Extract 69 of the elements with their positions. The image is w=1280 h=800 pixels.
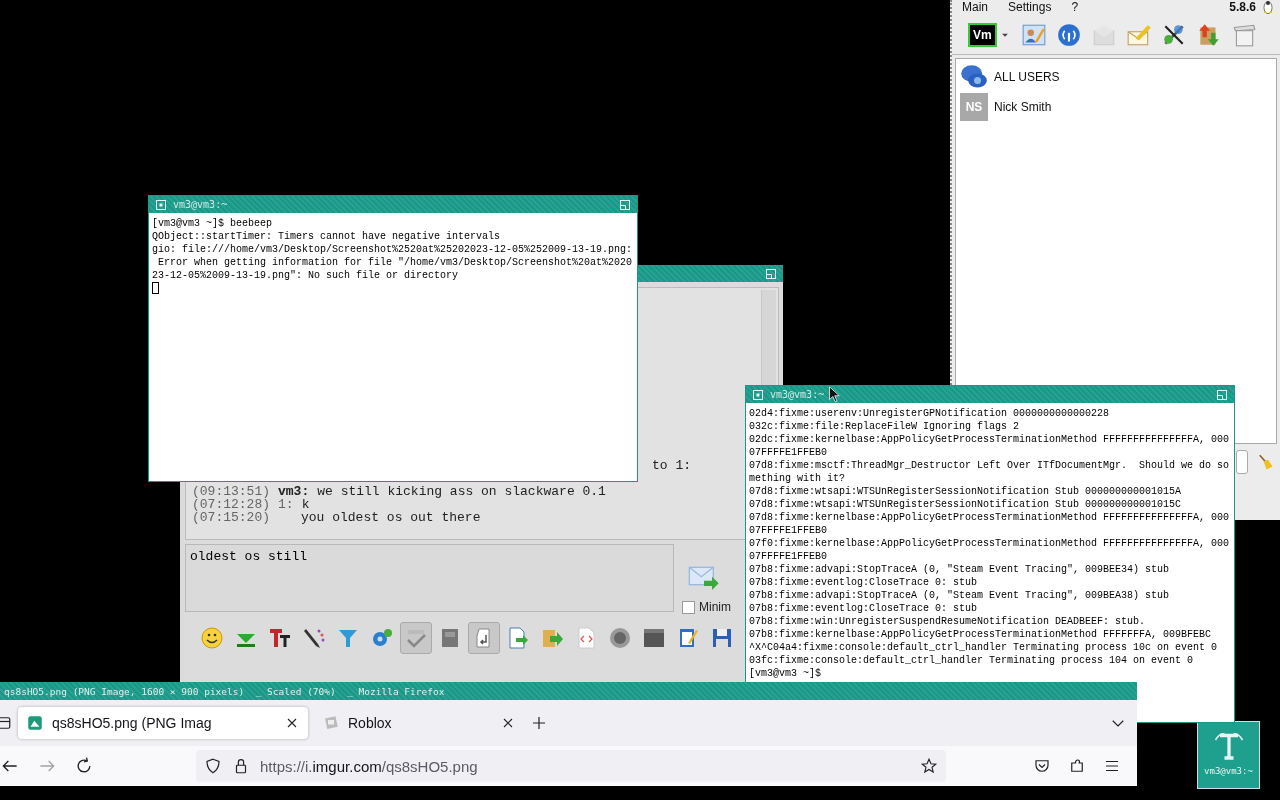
menu-item[interactable]: Main bbox=[962, 0, 988, 14]
terminal-line: 07b8:fixme:advapi:StopTraceA (0, "Steam Event Tracing", 009BEE34) stub bbox=[749, 563, 1171, 576]
page-tab-icon bbox=[322, 714, 340, 732]
terminal-line: 07b8:fixme:win:UnregisterSuspendResumeNotification DEADBEEF: stub. bbox=[749, 615, 1147, 628]
terminal-line: 07FFFFE1FFEB0 bbox=[749, 550, 828, 563]
initials-avatar: NS bbox=[960, 93, 988, 121]
penguin-icon bbox=[1260, 0, 1276, 15]
terminal-line: Error when getting information for file "/home/vm3/Desktop/Screenshot%20at%2020 bbox=[157, 256, 634, 269]
terminal-line: 02d4:fixme:userenv:UnregisterGPNotification 0000000000000228 bbox=[749, 407, 1111, 420]
disc-icon bbox=[608, 626, 632, 650]
maximize-icon[interactable] bbox=[1216, 388, 1228, 401]
terminal-line: 02dc:fixme:kernelbase:AppPolicyGetProcessTerminationMethod FFFFFFFFFFFFFFFA, 000 bbox=[749, 433, 1231, 446]
menu-item[interactable]: ? bbox=[1071, 0, 1079, 14]
user-name[interactable]: Nick Smith bbox=[994, 100, 1052, 114]
broom-icon[interactable] bbox=[1256, 453, 1274, 471]
maximize-icon[interactable] bbox=[765, 267, 777, 280]
browser-tab[interactable]: Roblox bbox=[314, 707, 524, 739]
menu-item[interactable]: Settings bbox=[1008, 0, 1052, 14]
pocket-icon[interactable] bbox=[1033, 757, 1051, 775]
terminal-line: 07d8:fixme:wtsapi:WTSUnRegisterSessionNotification Stub 000000000001015A bbox=[749, 485, 1183, 498]
plus-icon[interactable] bbox=[530, 714, 548, 732]
extensions-icon[interactable] bbox=[1068, 757, 1086, 775]
terminal-line: QObject::startTimer: Timers cannot have negative intervals bbox=[152, 230, 502, 243]
checkbox-label: Minim bbox=[699, 600, 731, 614]
url-text: https://i.imgur.com/qs8sHO5.png bbox=[260, 757, 478, 775]
star-icon[interactable] bbox=[920, 757, 938, 775]
window-icon bbox=[642, 626, 666, 650]
input-field[interactable] bbox=[1236, 450, 1248, 474]
terminal-line: 07b8:fixme:eventlog:CloseTrace 0: stub bbox=[749, 576, 979, 589]
window-menu-icon[interactable] bbox=[155, 198, 167, 211]
checkbox[interactable] bbox=[682, 600, 695, 614]
terminal-line: 03fc:fixme:console:default_ctrl_handler Terminating process 104 on event 0 bbox=[749, 654, 1195, 667]
chat-bubbles-icon bbox=[960, 63, 988, 91]
message-input[interactable]: oldest os still bbox=[185, 544, 674, 612]
terminal-line: [vm3@vm3 ~]$ bbox=[749, 667, 822, 680]
terminal-line: 032c:fixme:file:ReplaceFileW Ignoring flags 2 bbox=[749, 420, 1021, 433]
terminal-line: 23-12-05%2009-13-19.png": No such file or directory bbox=[152, 269, 460, 282]
terminal-line: 07d8:fixme:msctf:ThreadMgr_Destructor Left Over ITfDocumentMgr. Should we do so bbox=[749, 459, 1231, 472]
image-tab-icon bbox=[26, 714, 44, 732]
terminal-line: 07FFFFE1FFEB0 bbox=[749, 446, 828, 459]
address-bar[interactable]: https://i.imgur.com/qs8sHO5.png bbox=[196, 750, 946, 782]
terminal-line: [vm3@vm3 ~]$ beebeep bbox=[152, 217, 274, 230]
window-title: qs8sHO5.png (PNG Image, 1600 × 900 pixels) _ Scaled (70%) _ Mozilla Firefox bbox=[4, 685, 445, 697]
terminal-line: gio: file:///home/vm3/Desktop/Screenshot%2520at%25202023-12-05%252009-13-19.png: bbox=[152, 243, 634, 256]
message-line: to 1: bbox=[652, 459, 691, 472]
terminal-line: 07b8:fixme:eventlog:CloseTrace 0: stub bbox=[749, 602, 979, 615]
document-icon bbox=[506, 626, 530, 650]
terminal-line: 07b8:fixme:advapi:StopTraceA (0, "Steam Event Tracing", 009BEA38) stub bbox=[749, 589, 1171, 602]
terminal-line: 07d8:fixme:wtsapi:WTSUnRegisterSessionNotification Stub 000000000001015C bbox=[749, 498, 1183, 511]
terminal-line: 07b8:fixme:kernelbase:AppPolicyGetProcessTerminationMethod FFFFFFFA, 009BFEBC bbox=[749, 628, 1213, 641]
broadcast-icon[interactable] bbox=[1055, 22, 1082, 48]
terminal-line: 07FFFFE1FFEB0 bbox=[749, 524, 828, 537]
browser-tab[interactable]: qs8sHO5.png (PNG Imag bbox=[18, 707, 308, 739]
terminal-line: 07f0:fixme:kernelbase:AppPolicyGetProcessTerminationMethod FFFFFFFFFFFFFFFA, 000 bbox=[749, 537, 1231, 550]
text-format-icon bbox=[268, 626, 292, 650]
profile-edit-icon[interactable] bbox=[1020, 22, 1047, 48]
terminal-line: mething with it? bbox=[749, 472, 846, 485]
shortcut-label: vm3@vm3:~ bbox=[1204, 766, 1253, 776]
logo-button[interactable]: Vm bbox=[968, 23, 997, 47]
smiley-icon bbox=[200, 626, 224, 650]
shield-icon bbox=[204, 757, 222, 775]
window-title: vm3@vm3:~ bbox=[173, 199, 228, 210]
terminal-line: ^X^C04a4:fixme:console:default_ctrl_handler Terminating process 10c on event 0 bbox=[749, 641, 1219, 654]
window-menu-icon[interactable] bbox=[752, 388, 764, 401]
window-title: vm3@vm3:~ bbox=[770, 389, 825, 400]
user-name[interactable]: ALL USERS bbox=[994, 70, 1060, 84]
maximize-icon[interactable] bbox=[619, 198, 631, 211]
terminal-line: 07d8:fixme:kernelbase:AppPolicyGetProcessTerminationMethod FFFFFFFFFFFFFFFA, 000 bbox=[749, 511, 1231, 524]
version-label: 5.8.6 bbox=[1229, 0, 1256, 14]
